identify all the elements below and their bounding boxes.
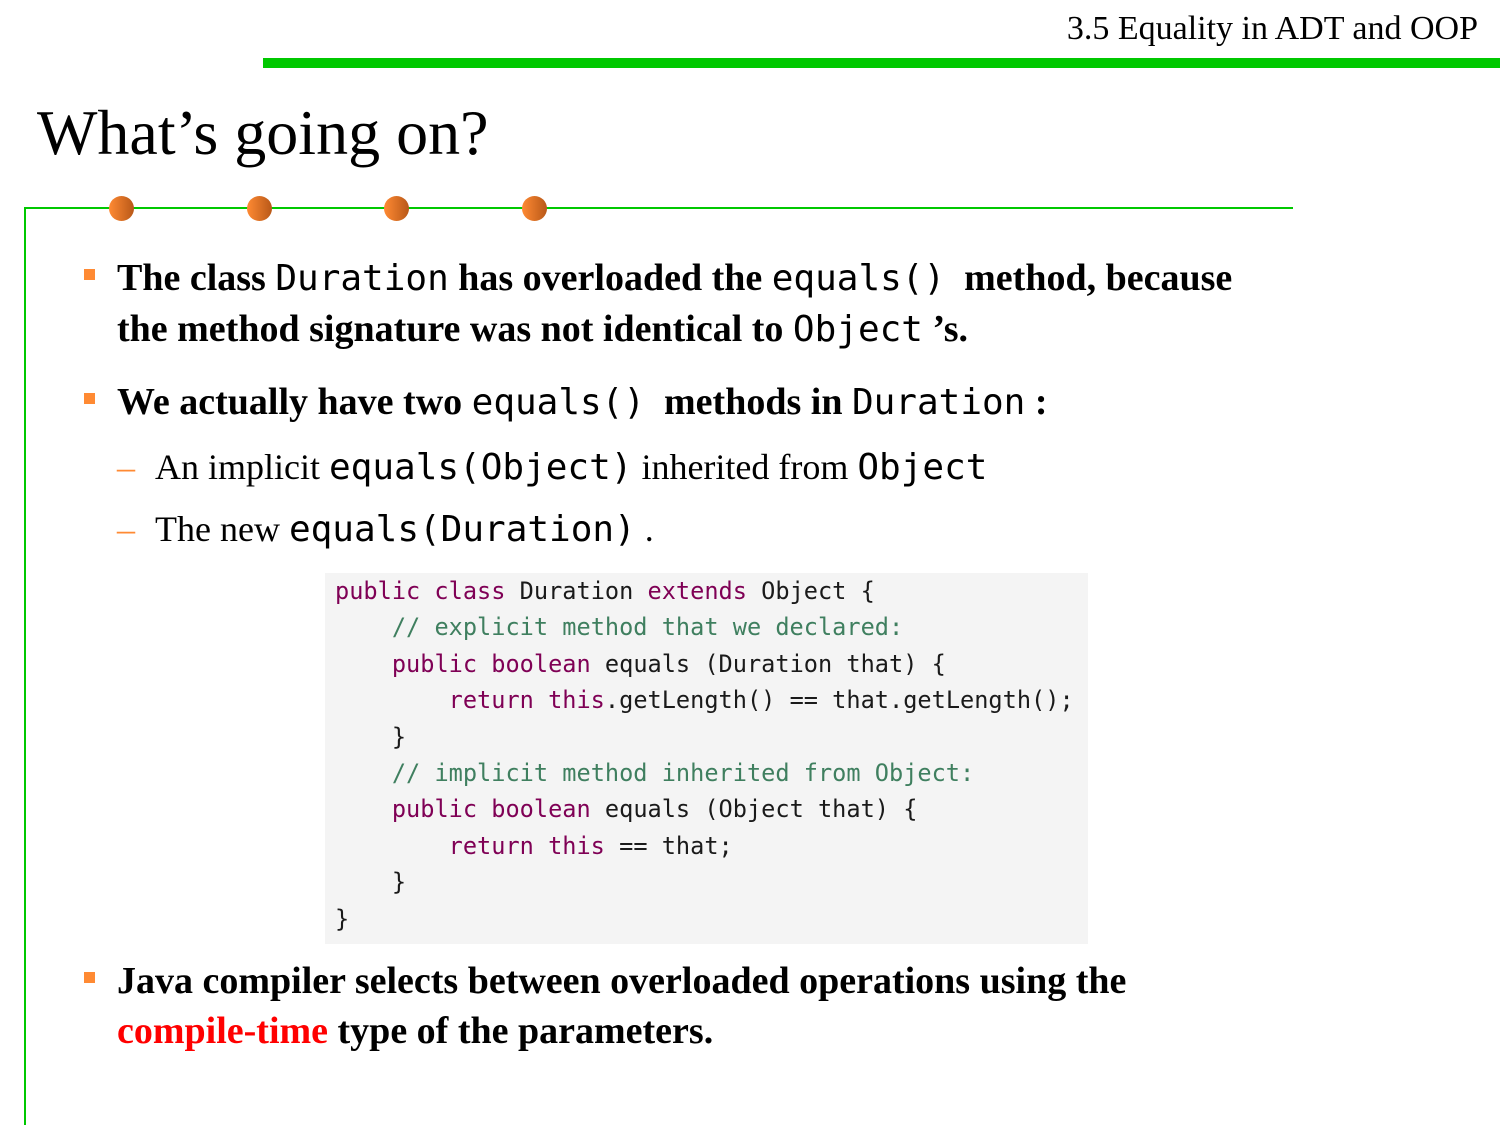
code-line: return this.getLength() == that.getLengt… <box>335 682 1088 718</box>
decorative-dot <box>384 196 409 221</box>
bullet-line: Java compiler selects between overloaded… <box>117 956 1417 1006</box>
bullet-line: The class Duration has overloaded the eq… <box>117 253 1417 304</box>
left-border <box>24 207 26 1125</box>
text-segment: ’s. <box>922 308 969 350</box>
code-line: public boolean equals (Duration that) { <box>335 646 1088 682</box>
code-keyword: public class <box>335 577 520 605</box>
code-term: Object <box>792 309 923 350</box>
decorative-dot <box>522 196 547 221</box>
text-segment: : <box>1025 381 1048 423</box>
subitem-new: – The new equals(Duration) . <box>117 507 654 552</box>
text-segment: type of the parameters. <box>328 1010 714 1052</box>
dash-icon: – <box>117 447 135 487</box>
code-line: // explicit method that we declared: <box>335 609 1088 645</box>
code-term: equals() <box>471 382 646 423</box>
text-segment: The class <box>117 257 276 299</box>
code-keyword: public boolean <box>391 795 605 824</box>
bullet-overloaded: The class Duration has overloaded the eq… <box>84 253 1417 355</box>
bullet-two-equals: We actually have two equals() methods in… <box>84 377 1417 428</box>
bullet-icon <box>84 972 95 983</box>
code-term: Duration <box>851 382 1026 423</box>
code-line: } <box>335 719 1088 755</box>
bullet-compiler: Java compiler selects between overloaded… <box>84 956 1417 1056</box>
code-text: } <box>335 722 407 751</box>
code-text: equals (Duration that) { <box>604 649 946 678</box>
text-segment: has overloaded the <box>448 257 772 299</box>
highlight-text: compile-time <box>117 1010 329 1052</box>
code-keyword: public boolean <box>391 649 605 678</box>
code-text: .getLength() == that.getLength(); <box>604 686 1074 715</box>
text-segment: inherited from <box>632 447 858 487</box>
header-bar <box>263 58 1500 68</box>
code-line: // implicit method inherited from Object… <box>335 755 1088 791</box>
decorative-dot <box>109 196 134 221</box>
code-keyword: return this <box>448 686 605 715</box>
code-term: equals(Object) <box>329 447 633 488</box>
code-term: Duration <box>275 258 449 299</box>
section-title: 3.5 Equality in ADT and OOP <box>1066 10 1478 47</box>
code-text: } <box>335 904 350 933</box>
subitem-implicit: – An implicit equals(Object) inherited fr… <box>117 445 988 490</box>
text-segment: method, because <box>945 257 1233 299</box>
code-term: equals() <box>771 258 946 299</box>
code-keyword: return this <box>448 831 620 860</box>
text-segment: An implicit <box>155 447 329 487</box>
text-segment: Java compiler selects between overloaded… <box>117 960 1127 1002</box>
code-line: public boolean equals (Object that) { <box>335 791 1088 827</box>
code-line: } <box>335 864 1088 900</box>
bullet-line: We actually have two equals() methods in… <box>117 377 1417 428</box>
bullet-icon <box>84 393 95 404</box>
code-comment: // implicit method inherited from Object… <box>391 758 975 787</box>
bullet-line: compile-time type of the parameters. <box>117 1006 1417 1056</box>
code-text: equals (Object that) { <box>604 795 918 824</box>
text-segment: The new <box>155 509 289 549</box>
dash-icon: – <box>117 509 135 549</box>
text-segment: the method signature was not identical t… <box>117 308 793 350</box>
code-line: } <box>335 901 1088 937</box>
code-line: return this == that; <box>335 828 1088 864</box>
text-segment: . <box>635 509 654 549</box>
code-text: Object { <box>761 577 875 605</box>
slide-title: What’s going on? <box>37 97 489 168</box>
code-comment: // explicit method that we declared: <box>391 613 904 642</box>
code-text: } <box>335 868 407 897</box>
code-term: Object <box>857 447 988 488</box>
bullet-icon <box>84 269 95 280</box>
bullet-line: the method signature was not identical t… <box>117 304 1417 355</box>
code-line: public class Duration extends Object { <box>335 573 1088 609</box>
code-text: Duration <box>519 577 648 605</box>
text-segment: methods in <box>645 381 852 423</box>
text-segment: We actually have two <box>117 381 472 423</box>
code-term: equals(Duration) <box>288 509 636 550</box>
title-divider <box>25 207 1293 209</box>
code-block: public class Duration extends Object { /… <box>325 573 1088 944</box>
code-text: == that; <box>619 831 733 860</box>
decorative-dot <box>247 196 272 221</box>
code-keyword: extends <box>647 577 762 605</box>
